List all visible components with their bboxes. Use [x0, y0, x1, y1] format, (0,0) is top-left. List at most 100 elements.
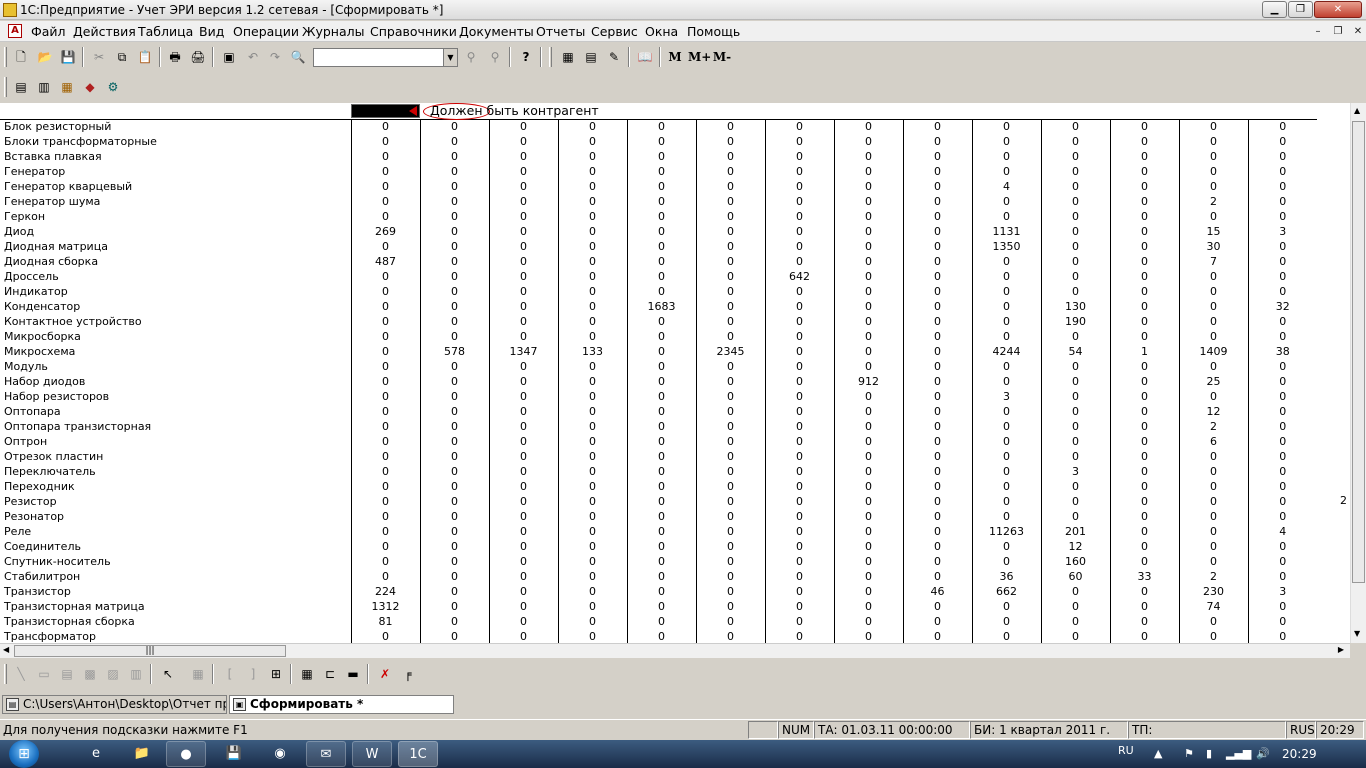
report-spreadsheet[interactable]: Блок резисторный 0 0 0 0 0 0 0 0 0 0 0 0 0 0 Блоки тран… [0, 103, 1350, 643]
value-cell[interactable]: 0 [626, 524, 696, 539]
new-icon[interactable]: 🗋 [13, 49, 29, 65]
value-cell[interactable]: 0 [419, 434, 489, 449]
value-cell[interactable]: 0 [419, 419, 489, 434]
row-name-cell[interactable]: Набор диодов [0, 374, 351, 389]
value-cell[interactable]: 0 [695, 509, 765, 524]
value-cell[interactable]: 0 [1109, 299, 1179, 314]
value-cell[interactable]: 0 [557, 239, 627, 254]
value-cell[interactable]: 0 [1247, 464, 1317, 479]
row-name-cell[interactable]: Транзистор [0, 584, 351, 599]
value-cell[interactable]: 0 [626, 119, 696, 134]
value-cell[interactable]: 0 [764, 629, 834, 643]
value-cell[interactable]: 0 [419, 524, 489, 539]
value-cell[interactable]: 0 [626, 509, 696, 524]
value-cell[interactable]: 0 [626, 164, 696, 179]
freeze-icon[interactable]: ⊏ [322, 666, 338, 682]
value-cell[interactable]: 2 [1178, 419, 1248, 434]
value-cell[interactable]: 0 [488, 419, 558, 434]
value-cell[interactable]: 0 [1247, 389, 1317, 404]
value-cell[interactable]: 0 [1109, 509, 1179, 524]
value-cell[interactable]: 0 [488, 554, 558, 569]
firefox-icon[interactable]: ● [166, 741, 206, 767]
value-cell[interactable]: 0 [419, 134, 489, 149]
row-name-cell[interactable]: Отрезок пластин [0, 449, 351, 464]
value-cell[interactable]: 0 [557, 194, 627, 209]
value-cell[interactable]: 0 [626, 404, 696, 419]
value-cell[interactable]: 0 [488, 389, 558, 404]
value-cell[interactable]: 6 [1178, 434, 1248, 449]
value-cell[interactable]: 0 [557, 584, 627, 599]
explorer-icon[interactable]: 📁 [122, 741, 162, 767]
value-cell[interactable]: 0 [971, 509, 1041, 524]
value-cell[interactable]: 0 [557, 209, 627, 224]
value-cell[interactable]: 0 [1040, 179, 1110, 194]
value-cell[interactable]: 0 [1178, 134, 1248, 149]
value-cell[interactable]: 0 [350, 119, 420, 134]
value-cell[interactable]: 0 [764, 164, 834, 179]
value-cell[interactable]: 0 [1109, 464, 1179, 479]
chevron-down-icon[interactable]: ▼ [443, 49, 457, 66]
value-cell[interactable]: 12 [1040, 539, 1110, 554]
value-cell[interactable]: 0 [695, 569, 765, 584]
value-cell[interactable]: 0 [626, 239, 696, 254]
value-cell[interactable]: 0 [488, 539, 558, 554]
value-cell[interactable]: 0 [833, 134, 903, 149]
hscroll-thumb[interactable]: ||| [14, 645, 286, 657]
value-cell[interactable]: 0 [695, 149, 765, 164]
value-cell[interactable]: 0 [557, 329, 627, 344]
value-cell[interactable]: 0 [1247, 239, 1317, 254]
value-cell[interactable]: 0 [1040, 434, 1110, 449]
value-cell[interactable]: 0 [764, 539, 834, 554]
value-cell[interactable]: 0 [833, 254, 903, 269]
disk-app-icon[interactable]: 💾 [214, 741, 254, 767]
value-cell[interactable]: 0 [350, 374, 420, 389]
value-cell[interactable]: 0 [557, 224, 627, 239]
value-cell[interactable]: 0 [1247, 269, 1317, 284]
value-cell[interactable]: 0 [1109, 164, 1179, 179]
clear-format-icon[interactable]: ✗ [377, 666, 393, 682]
value-cell[interactable]: 0 [488, 359, 558, 374]
properties-icon[interactable]: ▣ [221, 49, 237, 65]
value-cell[interactable]: 0 [488, 629, 558, 643]
value-cell[interactable]: 0 [1178, 329, 1248, 344]
value-cell[interactable]: 0 [626, 179, 696, 194]
value-cell[interactable]: 0 [350, 569, 420, 584]
value-cell[interactable]: 0 [1247, 599, 1317, 614]
help-icon[interactable]: ? [518, 49, 534, 65]
value-cell[interactable]: 0 [350, 209, 420, 224]
value-cell[interactable]: 0 [1247, 149, 1317, 164]
value-cell[interactable]: 0 [764, 599, 834, 614]
value-cell[interactable]: 0 [902, 479, 972, 494]
value-cell[interactable]: 0 [902, 554, 972, 569]
cut-icon[interactable]: ✂ [91, 49, 107, 65]
borders-icon[interactable]: ╒ [400, 666, 416, 682]
value-cell[interactable]: 15 [1178, 224, 1248, 239]
value-cell[interactable]: 0 [626, 449, 696, 464]
value-cell[interactable]: 0 [419, 224, 489, 239]
bracket-right-icon[interactable]: ] [245, 666, 261, 682]
value-cell[interactable]: 0 [833, 419, 903, 434]
value-cell[interactable]: 0 [1040, 449, 1110, 464]
value-cell[interactable]: 0 [695, 524, 765, 539]
value-cell[interactable]: 0 [557, 419, 627, 434]
row-name-cell[interactable]: Микросборка [0, 329, 351, 344]
value-cell[interactable]: 0 [764, 389, 834, 404]
value-cell[interactable]: 0 [833, 569, 903, 584]
menu-references[interactable]: Справочники [370, 24, 457, 39]
value-cell[interactable]: 0 [764, 254, 834, 269]
value-cell[interactable]: 0 [350, 629, 420, 643]
value-cell[interactable]: 160 [1040, 554, 1110, 569]
value-cell[interactable]: 0 [764, 464, 834, 479]
value-cell[interactable]: 0 [419, 614, 489, 629]
value-cell[interactable]: 0 [902, 629, 972, 643]
value-cell[interactable]: 0 [764, 224, 834, 239]
value-cell[interactable]: 0 [557, 464, 627, 479]
value-cell[interactable]: 0 [488, 314, 558, 329]
value-cell[interactable]: 0 [350, 194, 420, 209]
row-name-cell[interactable]: Транзисторная сборка [0, 614, 351, 629]
value-cell[interactable]: 0 [626, 434, 696, 449]
value-cell[interactable]: 0 [764, 524, 834, 539]
menu-view[interactable]: Вид [199, 24, 224, 39]
value-cell[interactable]: 0 [488, 254, 558, 269]
value-cell[interactable]: 0 [557, 269, 627, 284]
